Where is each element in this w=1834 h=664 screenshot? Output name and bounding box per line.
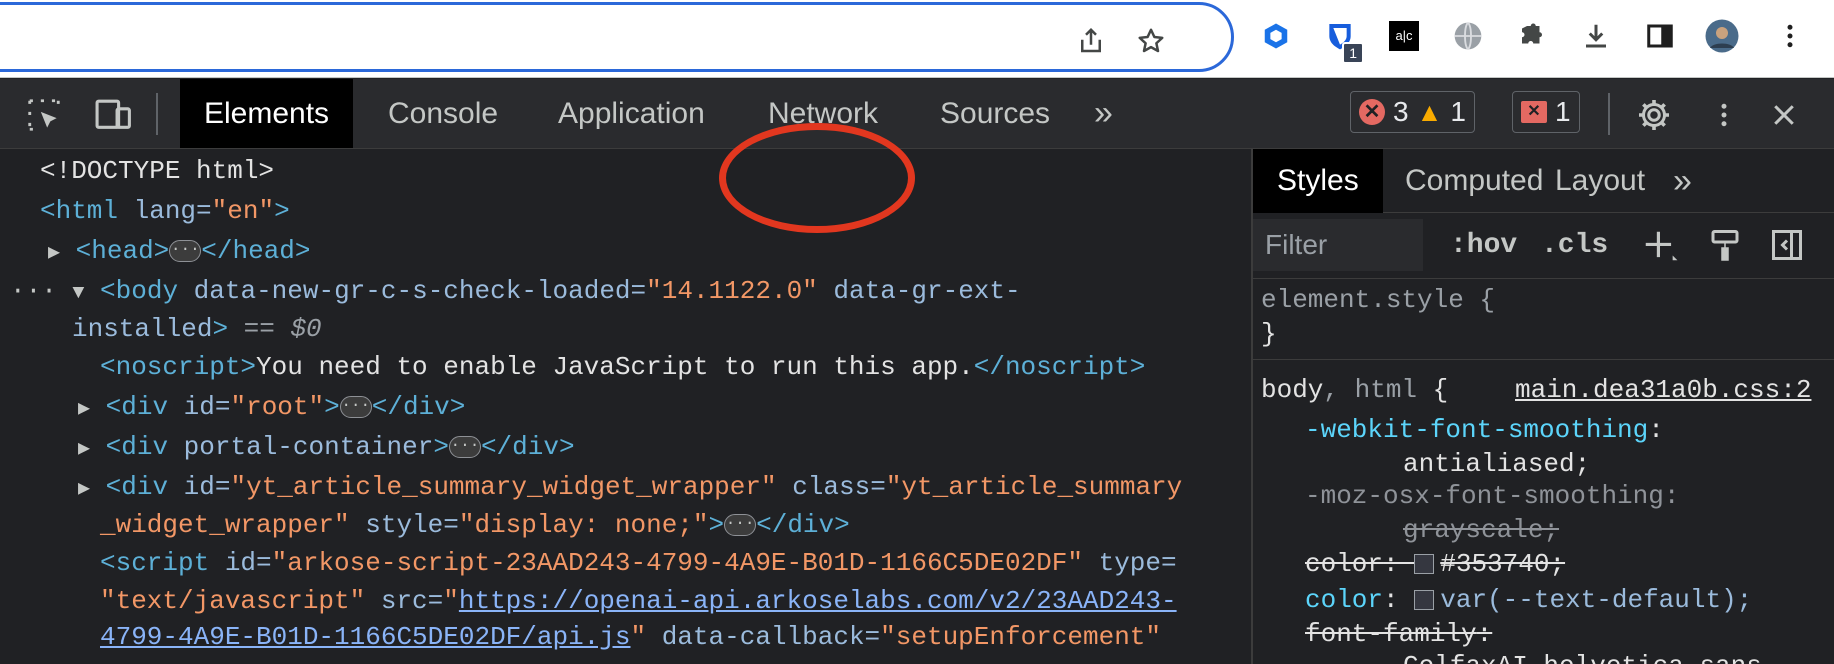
downloads-icon[interactable] — [1578, 18, 1614, 54]
script-src-link[interactable]: https://openai-api.arkoselabs.com/v2/23A… — [459, 586, 1177, 616]
more-tabs-icon[interactable]: » — [1649, 149, 1716, 213]
node-actions-icon[interactable]: ··· — [10, 276, 57, 306]
warning-count: 1 — [1450, 96, 1466, 127]
style-value-font-family[interactable]: ColfaxAI,helvetica,sans- — [1403, 649, 1777, 664]
style-prop-color[interactable]: color: var(--text-default); — [1305, 583, 1752, 617]
hover-state-button[interactable]: :hov — [1450, 225, 1517, 267]
dom-node-body[interactable]: ··· ▼ <body data-new-gr-c-s-check-loaded… — [10, 273, 1021, 309]
stylesheet-source-link[interactable]: main.dea31a0b.css:2 — [1515, 373, 1811, 407]
browser-toolbar: 1 a|c — [0, 0, 1834, 78]
toolbar-divider — [1608, 93, 1610, 135]
console-counts[interactable]: ✕ 3 ▲ 1 — [1350, 91, 1475, 133]
new-style-rule-icon[interactable] — [1641, 227, 1679, 270]
expand-triangle-icon[interactable]: ▶ — [48, 242, 60, 265]
styles-filter-input[interactable] — [1253, 219, 1423, 271]
toolbar-divider — [156, 93, 158, 135]
ellipsis-icon[interactable]: ··· — [169, 240, 202, 263]
password-manager-extension-icon[interactable]: 1 — [1322, 18, 1364, 64]
style-value-antialiased[interactable]: antialiased; — [1403, 447, 1590, 481]
style-prop-moz-osx-font-smoothing[interactable]: -moz-osx-font-smoothing: — [1305, 479, 1679, 513]
color-swatch[interactable] — [1414, 554, 1435, 575]
globe-extension-icon[interactable] — [1450, 18, 1486, 54]
chrome-menu-icon[interactable] — [1772, 18, 1808, 54]
extension-badge: 1 — [1342, 42, 1364, 64]
style-prop-webkit-font-smoothing[interactable]: -webkit-font-smoothing: — [1305, 413, 1664, 447]
paint-format-icon[interactable] — [1707, 227, 1743, 268]
sidebar-tabs: Styles Computed Layout » — [1253, 149, 1834, 213]
issues-icon: ✕ — [1521, 101, 1547, 123]
address-bar[interactable] — [0, 2, 1234, 72]
style-prop-font-family[interactable]: font-family: — [1305, 617, 1492, 651]
bookmark-star-icon[interactable] — [1135, 25, 1167, 57]
tab-elements[interactable]: Elements — [180, 79, 354, 148]
collapse-triangle-icon[interactable]: ▼ — [72, 282, 84, 305]
selected-node-marker: == $0 — [228, 314, 322, 344]
extension-blue-hexagon-icon[interactable] — [1258, 18, 1294, 54]
warning-icon: ▲ — [1416, 96, 1443, 127]
rule-divider — [1253, 359, 1834, 360]
dom-node-script-arkose-cont1: "text/javascript" src="https://openai-ap… — [100, 586, 1177, 616]
extensions-puzzle-icon[interactable] — [1514, 18, 1550, 54]
rule-close-brace: } — [1261, 319, 1277, 349]
dom-node-div-portal[interactable]: ▶ <div portal-container>···</div> — [78, 429, 575, 465]
devtools-toolbar: Elements Console Application Network Sou… — [0, 79, 1834, 149]
inspect-element-icon[interactable] — [22, 95, 66, 135]
dom-node-doctype[interactable]: <!DOCTYPE html> — [40, 153, 274, 189]
dom-node-div-yt-wrapper-cont: _widget_wrapper" style="display: none;">… — [100, 510, 850, 540]
style-prop-color-overridden[interactable]: color: #353740; — [1305, 547, 1565, 581]
tab-network[interactable]: Network — [744, 79, 902, 148]
close-icon[interactable] — [1762, 95, 1806, 135]
body-html-selector[interactable]: body, html { — [1261, 373, 1448, 407]
ac-extension-icon[interactable]: a|c — [1386, 18, 1422, 54]
share-icon[interactable] — [1075, 25, 1107, 57]
dom-node-div-root[interactable]: ▶ <div id="root">···</div> — [78, 389, 465, 425]
issues-counter[interactable]: ✕ 1 — [1512, 91, 1580, 133]
error-count: 3 — [1393, 96, 1409, 127]
ellipsis-icon[interactable]: ··· — [339, 396, 372, 419]
tab-application[interactable]: Application — [534, 79, 729, 148]
dom-node-script-arkose-cont2: 4799-4A9E-B01D-1166C5DE02DF/api.js" data… — [100, 622, 1162, 652]
dom-node-script-arkose[interactable]: <script id="arkose-script-23AAD243-4799-… — [100, 545, 1177, 581]
tab-styles[interactable]: Styles — [1253, 149, 1383, 213]
dom-node-body-cont: installed> == $0 — [72, 314, 322, 344]
styles-filter-bar: :hov .cls — [1253, 213, 1834, 279]
tab-sources[interactable]: Sources — [916, 79, 1074, 148]
more-tabs-icon[interactable]: » — [1070, 79, 1137, 148]
profile-avatar[interactable] — [1704, 18, 1740, 54]
dom-node-html[interactable]: <html lang="en"> — [40, 193, 290, 229]
error-icon: ✕ — [1359, 99, 1385, 125]
styles-sidebar: Styles Computed Layout » :hov .cls eleme… — [1253, 149, 1834, 664]
side-panel-icon[interactable] — [1642, 18, 1678, 54]
devtools-window: Elements Console Application Network Sou… — [0, 79, 1834, 664]
expand-triangle-icon[interactable]: ▶ — [78, 478, 90, 501]
dom-node-noscript[interactable]: <noscript>You need to enable JavaScript … — [100, 349, 1145, 385]
issues-count: 1 — [1555, 96, 1571, 127]
dom-node-div-yt-wrapper[interactable]: ▶ <div id="yt_article_summary_widget_wra… — [78, 469, 1182, 505]
ellipsis-icon[interactable]: ··· — [448, 436, 481, 459]
dom-node-head[interactable]: ▶ <head>···</head> — [48, 233, 311, 269]
dom-tree: <!DOCTYPE html> <html lang="en"> ▶ <head… — [4, 149, 1251, 664]
customize-menu-icon[interactable] — [1702, 95, 1746, 135]
ellipsis-icon[interactable]: ··· — [724, 514, 757, 537]
device-toolbar-icon[interactable] — [92, 95, 136, 135]
style-value-grayscale[interactable]: grayscale; — [1403, 513, 1559, 547]
script-src-link[interactable]: 4799-4A9E-B01D-1166C5DE02DF/api.js — [100, 622, 631, 652]
expand-triangle-icon[interactable]: ▶ — [78, 398, 90, 421]
expand-triangle-icon[interactable]: ▶ — [78, 438, 90, 461]
element-style-rule[interactable]: element.style { — [1261, 283, 1495, 317]
toggle-sidebar-icon[interactable] — [1769, 227, 1805, 268]
settings-gear-icon[interactable] — [1632, 95, 1676, 135]
tab-console[interactable]: Console — [364, 79, 522, 148]
color-swatch[interactable] — [1414, 590, 1435, 611]
class-toggle-button[interactable]: .cls — [1541, 225, 1608, 267]
